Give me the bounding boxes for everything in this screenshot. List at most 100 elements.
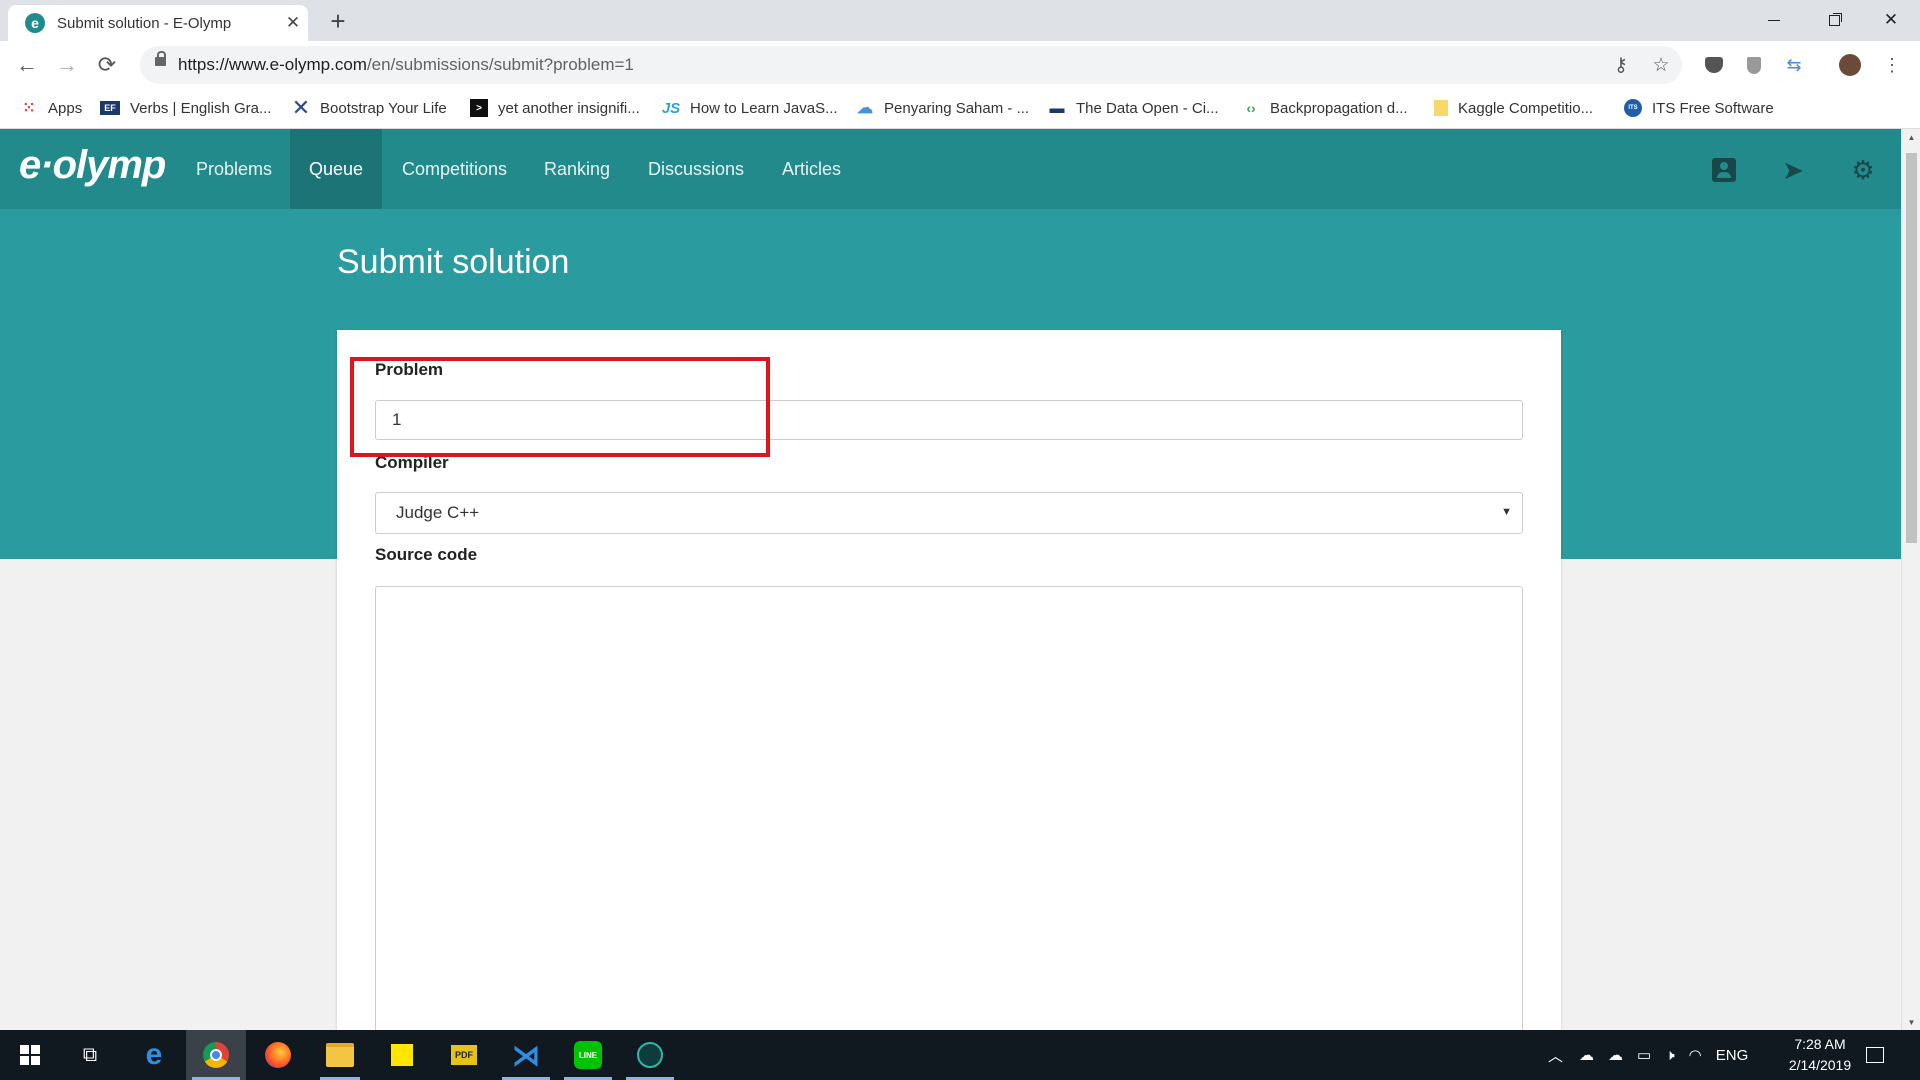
bookmark-label: Backpropagation d... xyxy=(1270,99,1408,117)
key-icon[interactable]: ⚷ xyxy=(1608,53,1634,77)
source-code-editor[interactable] xyxy=(375,586,1523,1030)
bookmark-insignificant[interactable]: > yet another insignifi... xyxy=(470,96,640,120)
taskbar-chrome[interactable] xyxy=(186,1030,246,1080)
bookmark-label: Penyaring Saham - ... xyxy=(884,99,1030,117)
page-scrollbar[interactable]: ▲ ▼ xyxy=(1901,129,1920,1030)
back-button[interactable]: ← xyxy=(10,48,44,82)
translate-extension-icon[interactable]: ⇆ xyxy=(1782,53,1806,77)
input-language-indicator[interactable]: ENG xyxy=(1716,1047,1749,1064)
clock-time: 7:28 AM xyxy=(1794,1036,1846,1052)
bookmark-penyaring[interactable]: ☁ Penyaring Saham - ... xyxy=(856,96,1029,120)
close-tab-icon[interactable]: ✕ xyxy=(278,13,308,33)
bookmark-apps[interactable]: ⁙ Apps xyxy=(20,96,82,120)
action-center-icon[interactable] xyxy=(1866,1030,1884,1080)
its-icon: ITS xyxy=(1624,99,1642,117)
taskbar-vscode[interactable]: ⋊ xyxy=(496,1030,556,1080)
taskbar-sticky-notes[interactable] xyxy=(372,1030,432,1080)
code-icon: ‹› xyxy=(1246,100,1256,116)
nav-competitions[interactable]: Competitions xyxy=(386,129,523,209)
user-profile-icon[interactable] xyxy=(1709,155,1739,185)
bookmark-kaggle[interactable]: Kaggle Competitio... xyxy=(1434,96,1593,120)
compiler-label: Compiler xyxy=(375,453,449,472)
site-navbar: e·olymp Problems Queue Competitions Rank… xyxy=(0,129,1901,209)
pdf-icon: PDF xyxy=(451,1045,477,1065)
browser-tab[interactable]: e Submit solution - E-Olymp ✕ xyxy=(8,5,308,41)
firefox-icon xyxy=(265,1042,291,1068)
gitkraken-icon xyxy=(637,1042,663,1068)
reload-button[interactable]: ⟳ xyxy=(90,48,124,82)
sticky-note-icon xyxy=(391,1044,413,1066)
windows-logo-icon xyxy=(20,1045,40,1065)
address-bar[interactable]: https://www.e-olymp.com/en/submissions/s… xyxy=(140,46,1682,84)
bookmark-label: Kaggle Competitio... xyxy=(1458,99,1594,117)
taskbar-file-explorer[interactable] xyxy=(310,1030,370,1080)
new-tab-button[interactable]: + xyxy=(325,6,351,37)
nav-queue[interactable]: Queue xyxy=(290,129,383,209)
nav-articles[interactable]: Articles xyxy=(766,129,857,209)
bookmark-its[interactable]: ITS ITS Free Software xyxy=(1624,96,1774,120)
taskbar-pdf[interactable]: PDF xyxy=(434,1030,494,1080)
show-hidden-icons-chevron-icon[interactable]: ︿ xyxy=(1548,1045,1563,1066)
site-logo[interactable]: e·olymp xyxy=(19,143,166,188)
bookmark-label: yet another insignifi... xyxy=(498,99,640,117)
nav-discussions[interactable]: Discussions xyxy=(632,129,760,209)
tab-strip: e Submit solution - E-Olymp ✕ + ✕ xyxy=(0,0,1920,41)
bookmark-verbs[interactable]: EF Verbs | English Gra... xyxy=(100,96,271,120)
lock-icon xyxy=(155,51,166,66)
system-clock[interactable]: 7:28 AM 2/14/2019 xyxy=(1770,1034,1870,1076)
browser-toolbar: ← → ⟳ https://www.e-olymp.com/en/submiss… xyxy=(0,41,1920,88)
bookmark-label: Apps xyxy=(48,99,83,117)
task-view-icon: ⧉ xyxy=(82,1043,98,1066)
bookmarks-bar: ⁙ Apps EF Verbs | English Gra... ✕ Boots… xyxy=(0,88,1920,129)
e-olymp-favicon-icon: e xyxy=(25,13,45,33)
page-viewport: e·olymp Problems Queue Competitions Rank… xyxy=(0,129,1901,1030)
start-button[interactable] xyxy=(0,1030,60,1080)
pocket-extension-icon[interactable] xyxy=(1702,53,1726,77)
bookmark-backpropagation[interactable]: ‹› Backpropagation d... xyxy=(1242,96,1408,120)
volume-muted-icon[interactable]: 🕨 xyxy=(1665,1047,1674,1064)
tray-icons: ︿ ☁ ☁ ▭ 🕨 ◠ ENG xyxy=(1548,1030,1748,1080)
scrollbar-thumb[interactable] xyxy=(1906,153,1917,543)
terminal-icon: > xyxy=(470,99,488,117)
chrome-icon xyxy=(203,1042,229,1068)
battery-icon[interactable]: ▭ xyxy=(1637,1046,1651,1064)
shield-extension-icon[interactable] xyxy=(1742,53,1766,77)
bookmark-data-open[interactable]: ▬ The Data Open - Ci... xyxy=(1048,96,1219,120)
ef-icon: EF xyxy=(100,101,120,115)
minimize-window-button[interactable] xyxy=(1745,0,1803,40)
taskbar-edge[interactable]: e xyxy=(124,1030,184,1080)
nav-problems[interactable]: Problems xyxy=(180,129,288,209)
submit-form-card: Problem Compiler Judge C++ ▼ Source code xyxy=(337,330,1561,1030)
settings-gear-icon[interactable]: ⚙ xyxy=(1848,155,1878,185)
edge-icon: e xyxy=(145,1038,163,1071)
bookmark-label: Verbs | English Gra... xyxy=(130,99,272,117)
bookmark-label: ITS Free Software xyxy=(1652,99,1774,117)
windows-taskbar: ⧉ e PDF ⋊ LINE ︿ ☁ ☁ ▭ 🕨 ◠ ENG 7:28 AM 2… xyxy=(0,1030,1920,1080)
bookmark-javascript[interactable]: JS How to Learn JavaS... xyxy=(662,96,838,120)
browser-menu-icon[interactable]: ⋮ xyxy=(1880,53,1904,77)
bookmark-bootstrap[interactable]: ✕ Bootstrap Your Life xyxy=(292,95,447,120)
cloud-sync-icon[interactable]: ☁ xyxy=(1608,1046,1623,1064)
task-view-button[interactable]: ⧉ xyxy=(60,1030,120,1080)
compiler-select[interactable]: Judge C++ ▼ xyxy=(375,492,1523,534)
scroll-up-arrow-icon[interactable]: ▲ xyxy=(1902,129,1920,145)
tab-title: Submit solution - E-Olymp xyxy=(57,14,232,32)
problem-input[interactable] xyxy=(375,400,1523,440)
forward-button[interactable]: → xyxy=(50,48,84,82)
taskbar-firefox[interactable] xyxy=(248,1030,308,1080)
close-window-button[interactable]: ✕ xyxy=(1862,0,1920,40)
scroll-down-arrow-icon[interactable]: ▼ xyxy=(1902,1014,1920,1030)
taskbar-gitkraken[interactable] xyxy=(620,1030,680,1080)
onedrive-cloud-icon[interactable]: ☁ xyxy=(1579,1046,1594,1064)
taskbar-line[interactable]: LINE xyxy=(558,1030,618,1080)
nav-ranking[interactable]: Ranking xyxy=(528,129,626,209)
profile-avatar-icon[interactable] xyxy=(1838,53,1862,77)
cloud-icon: ☁ xyxy=(857,100,873,117)
source-code-label: Source code xyxy=(375,545,478,564)
restore-window-button[interactable] xyxy=(1805,0,1863,40)
wifi-icon[interactable]: ◠ xyxy=(1689,1046,1702,1064)
submit-send-icon[interactable]: ➤ xyxy=(1778,155,1808,185)
page-title: Submit solution xyxy=(337,243,570,281)
bookmark-star-icon[interactable]: ☆ xyxy=(1648,53,1674,77)
line-icon: LINE xyxy=(574,1041,602,1069)
